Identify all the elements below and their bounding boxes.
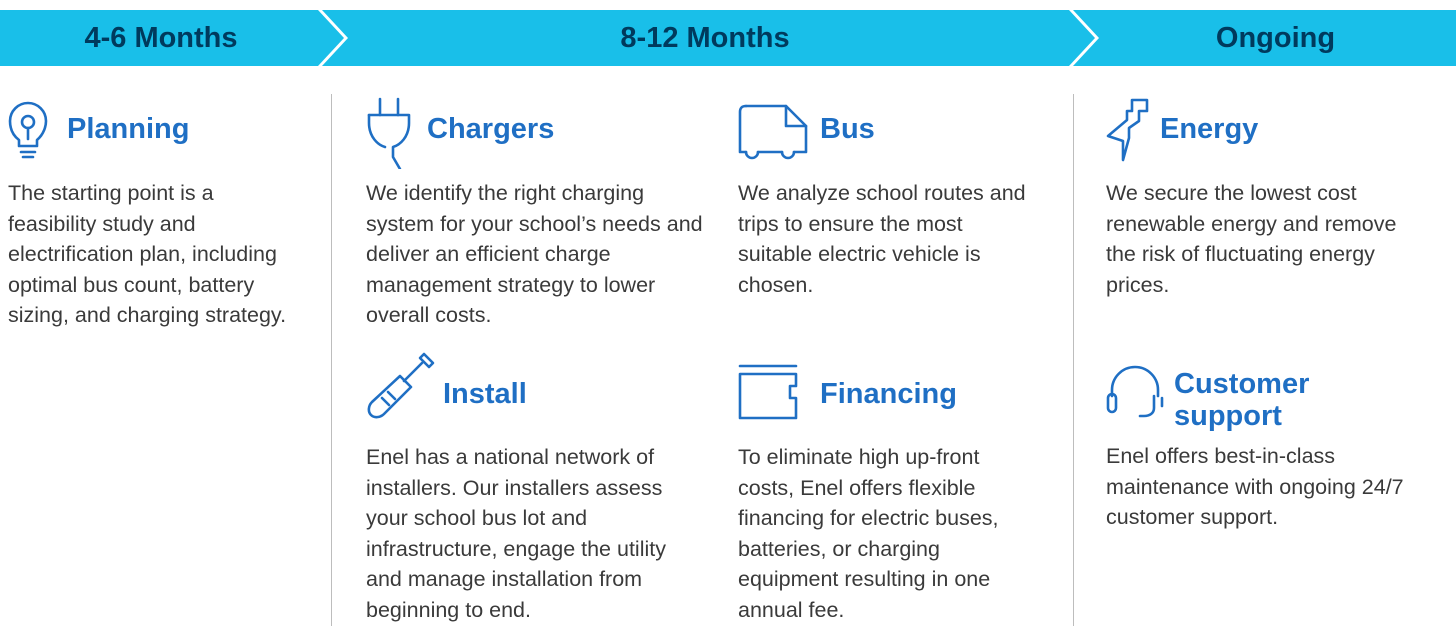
lightbulb-icon [8,100,48,160]
bus-icon [738,104,808,160]
column-divider [1073,94,1074,626]
section-body-install: Enel has a national network of installer… [366,445,666,622]
section-title-bus: Bus [820,113,875,145]
section-title-support: Customer support [1174,368,1310,432]
section-body-bus: We analyze school routes and trips to en… [738,181,1026,297]
section-body-financing: To eliminate high up-front costs, Enel o… [738,445,999,622]
section-title-planning: Planning [67,113,190,145]
lightning-bolt-icon [1106,98,1150,162]
wallet-icon [738,364,800,420]
section-body-energy: We secure the lowest cost renewable ener… [1106,181,1397,297]
section-title-chargers: Chargers [427,113,555,145]
section-body-chargers: We identify the right charging system fo… [366,181,703,327]
section-title-install: Install [443,378,527,410]
plug-icon [366,97,414,169]
section-body-support: Enel offers best-in-class maintenance wi… [1106,444,1404,529]
section-title-energy: Energy [1160,113,1259,145]
phase-label-2: 8-12 Months [620,22,790,54]
phase-label-1: 4-6 Months [84,22,238,54]
phase-label-3: Ongoing [1215,22,1336,54]
headset-icon [1106,362,1164,420]
phase-timeline: 4-6 Months 8-12 Months Ongoing [0,0,1456,78]
section-title-financing: Financing [820,378,957,410]
column-divider [331,94,332,626]
section-body-planning: The starting point is a feasibility stud… [8,181,287,327]
screwdriver-icon [366,352,436,422]
